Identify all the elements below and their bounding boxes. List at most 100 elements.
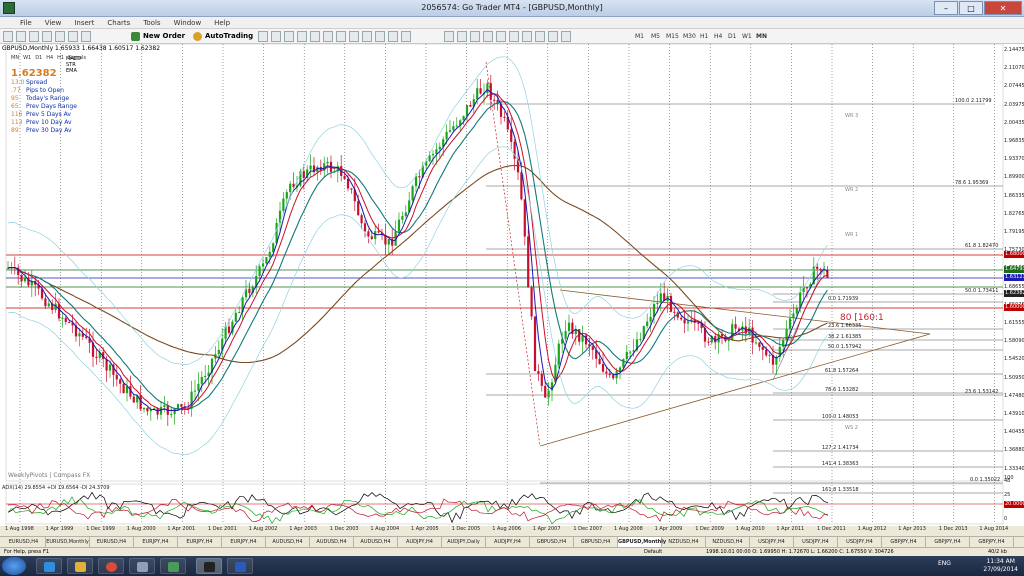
calculator-icon[interactable] xyxy=(129,558,155,574)
chart-tab[interactable]: AUDUSD,H4 xyxy=(354,537,398,547)
chart-tab[interactable]: AUDJPY,Daily xyxy=(442,537,486,547)
chart-tab[interactable]: USDJPY,H4 xyxy=(794,537,838,547)
tf-h1[interactable]: H1 xyxy=(700,31,708,42)
menu-window[interactable]: Window xyxy=(174,19,202,27)
navigator-icon[interactable] xyxy=(55,31,65,42)
line-chart-icon[interactable] xyxy=(284,31,294,42)
tf-m30[interactable]: M30 xyxy=(683,31,696,42)
candle-body xyxy=(68,321,71,323)
app-icon[interactable] xyxy=(160,558,186,574)
cursor-icon[interactable] xyxy=(444,31,454,42)
tester-icon[interactable] xyxy=(81,31,91,42)
price-chart[interactable] xyxy=(0,44,1024,526)
candle-body xyxy=(523,199,526,237)
clock[interactable]: 11:34 AM 27/09/2014 xyxy=(983,558,1018,574)
profiles-icon[interactable] xyxy=(16,31,26,42)
chart-tab[interactable]: AUDJPY,H4 xyxy=(398,537,442,547)
menu-file[interactable]: File xyxy=(20,19,32,27)
chart-tab[interactable]: NZDUSD,H4 xyxy=(706,537,750,547)
tf-d1[interactable]: D1 xyxy=(728,31,736,42)
new-order-button[interactable]: New Order xyxy=(130,31,190,42)
chart-tab[interactable]: USDJPY,H4 xyxy=(750,537,794,547)
menu-help[interactable]: Help xyxy=(214,19,230,27)
chart-tab[interactable]: EURUSD,H4 xyxy=(2,537,46,547)
tile-windows-icon[interactable] xyxy=(323,31,333,42)
candle-body xyxy=(438,146,441,150)
chart-shift-icon[interactable] xyxy=(336,31,346,42)
chart-tab[interactable]: GBPJPY,H4 xyxy=(970,537,1014,547)
language-indicator[interactable]: ENG xyxy=(938,560,951,567)
candle-body xyxy=(289,183,292,193)
close-button[interactable]: ✕ xyxy=(984,1,1022,15)
bar-chart-icon[interactable] xyxy=(258,31,268,42)
candle-body xyxy=(768,354,771,356)
chart-tab[interactable]: GBPUSD,H4 xyxy=(574,537,618,547)
zoom-out-icon[interactable] xyxy=(310,31,320,42)
vertical-line-icon[interactable] xyxy=(470,31,480,42)
tf-m15[interactable]: M15 xyxy=(666,31,679,42)
tf-m1[interactable]: M1 xyxy=(635,31,644,42)
autoscroll-icon[interactable] xyxy=(349,31,359,42)
chart-tab[interactable]: USDJPY,H4 xyxy=(838,537,882,547)
terminal-icon[interactable] xyxy=(68,31,78,42)
horizontal-line-icon[interactable] xyxy=(483,31,493,42)
fibonacci-icon[interactable] xyxy=(522,31,532,42)
chart-tab[interactable]: EURJPY,H4 xyxy=(222,537,266,547)
fib-level-label: 127.2 1.41734 xyxy=(822,445,859,451)
chart-tab[interactable]: GBPJPY,H4 xyxy=(926,537,970,547)
menu-view[interactable]: View xyxy=(45,19,62,27)
menu-charts[interactable]: Charts xyxy=(107,19,130,27)
tf-m5[interactable]: M5 xyxy=(651,31,660,42)
chart-tab[interactable]: AUDJPY,H4 xyxy=(486,537,530,547)
candle-body xyxy=(469,104,472,107)
ind-axis-label: 25 xyxy=(1004,492,1011,498)
annotation-text: 80 [160:1 xyxy=(840,313,884,323)
maximize-button[interactable]: □ xyxy=(959,1,983,15)
candle-body xyxy=(758,342,761,347)
candle-body xyxy=(414,176,418,187)
mt4-taskbar-icon[interactable] xyxy=(196,558,222,574)
arrows-icon[interactable] xyxy=(561,31,571,42)
chart-tab[interactable]: EURJPY,H4 xyxy=(178,537,222,547)
menu-insert[interactable]: Insert xyxy=(74,19,94,27)
data-window-icon[interactable] xyxy=(42,31,52,42)
price-axis-label: 1.50950 xyxy=(1004,374,1024,381)
chart-tab[interactable]: GBPUSD,Monthly xyxy=(618,537,666,547)
explorer-icon[interactable] xyxy=(67,558,93,574)
word-icon[interactable] xyxy=(227,558,253,574)
crosshair-icon[interactable] xyxy=(457,31,467,42)
templates-icon[interactable] xyxy=(388,31,398,42)
clock-icon[interactable] xyxy=(401,31,411,42)
chart-tab[interactable]: AUDUSD,H4 xyxy=(310,537,354,547)
menu-tools[interactable]: Tools xyxy=(143,19,160,27)
label-icon[interactable] xyxy=(548,31,558,42)
market-watch-icon[interactable] xyxy=(29,31,39,42)
new-chart-icon[interactable] xyxy=(3,31,13,42)
chart-tab[interactable]: NZDUSD,H4 xyxy=(662,537,706,547)
indicators-icon[interactable] xyxy=(362,31,372,42)
chart-tab[interactable]: AUDUSD,H4 xyxy=(266,537,310,547)
chart-window[interactable]: GBPUSD,Monthly 1.65933 1.66438 1.60517 1… xyxy=(0,44,1024,532)
start-button[interactable] xyxy=(2,557,26,575)
chrome-icon[interactable] xyxy=(98,558,124,574)
time-axis-label: 1 Apr 2007 xyxy=(532,526,561,532)
tf-mn[interactable]: MN xyxy=(756,31,767,42)
chart-tab[interactable]: GBPUSD,H4 xyxy=(530,537,574,547)
zoom-in-icon[interactable] xyxy=(297,31,307,42)
candle-body xyxy=(64,317,67,322)
ie-icon[interactable] xyxy=(36,558,62,574)
periods-icon[interactable] xyxy=(375,31,385,42)
chart-tab[interactable]: EURUSD,H4 xyxy=(90,537,134,547)
text-icon[interactable] xyxy=(535,31,545,42)
chart-tab[interactable]: GBPJPY,H4 xyxy=(882,537,926,547)
tf-h4[interactable]: H4 xyxy=(714,31,722,42)
time-axis-label: 1 Dec 2011 xyxy=(817,526,846,532)
candlestick-icon[interactable] xyxy=(271,31,281,42)
tf-w1[interactable]: W1 xyxy=(742,31,752,42)
trendline-icon[interactable] xyxy=(496,31,506,42)
channel-icon[interactable] xyxy=(509,31,519,42)
minimize-button[interactable]: – xyxy=(934,1,958,15)
autotrading-button[interactable]: AutoTrading xyxy=(192,31,253,42)
chart-tab[interactable]: EURJPY,H4 xyxy=(134,537,178,547)
chart-tab[interactable]: EURUSD,Monthly xyxy=(46,537,90,547)
